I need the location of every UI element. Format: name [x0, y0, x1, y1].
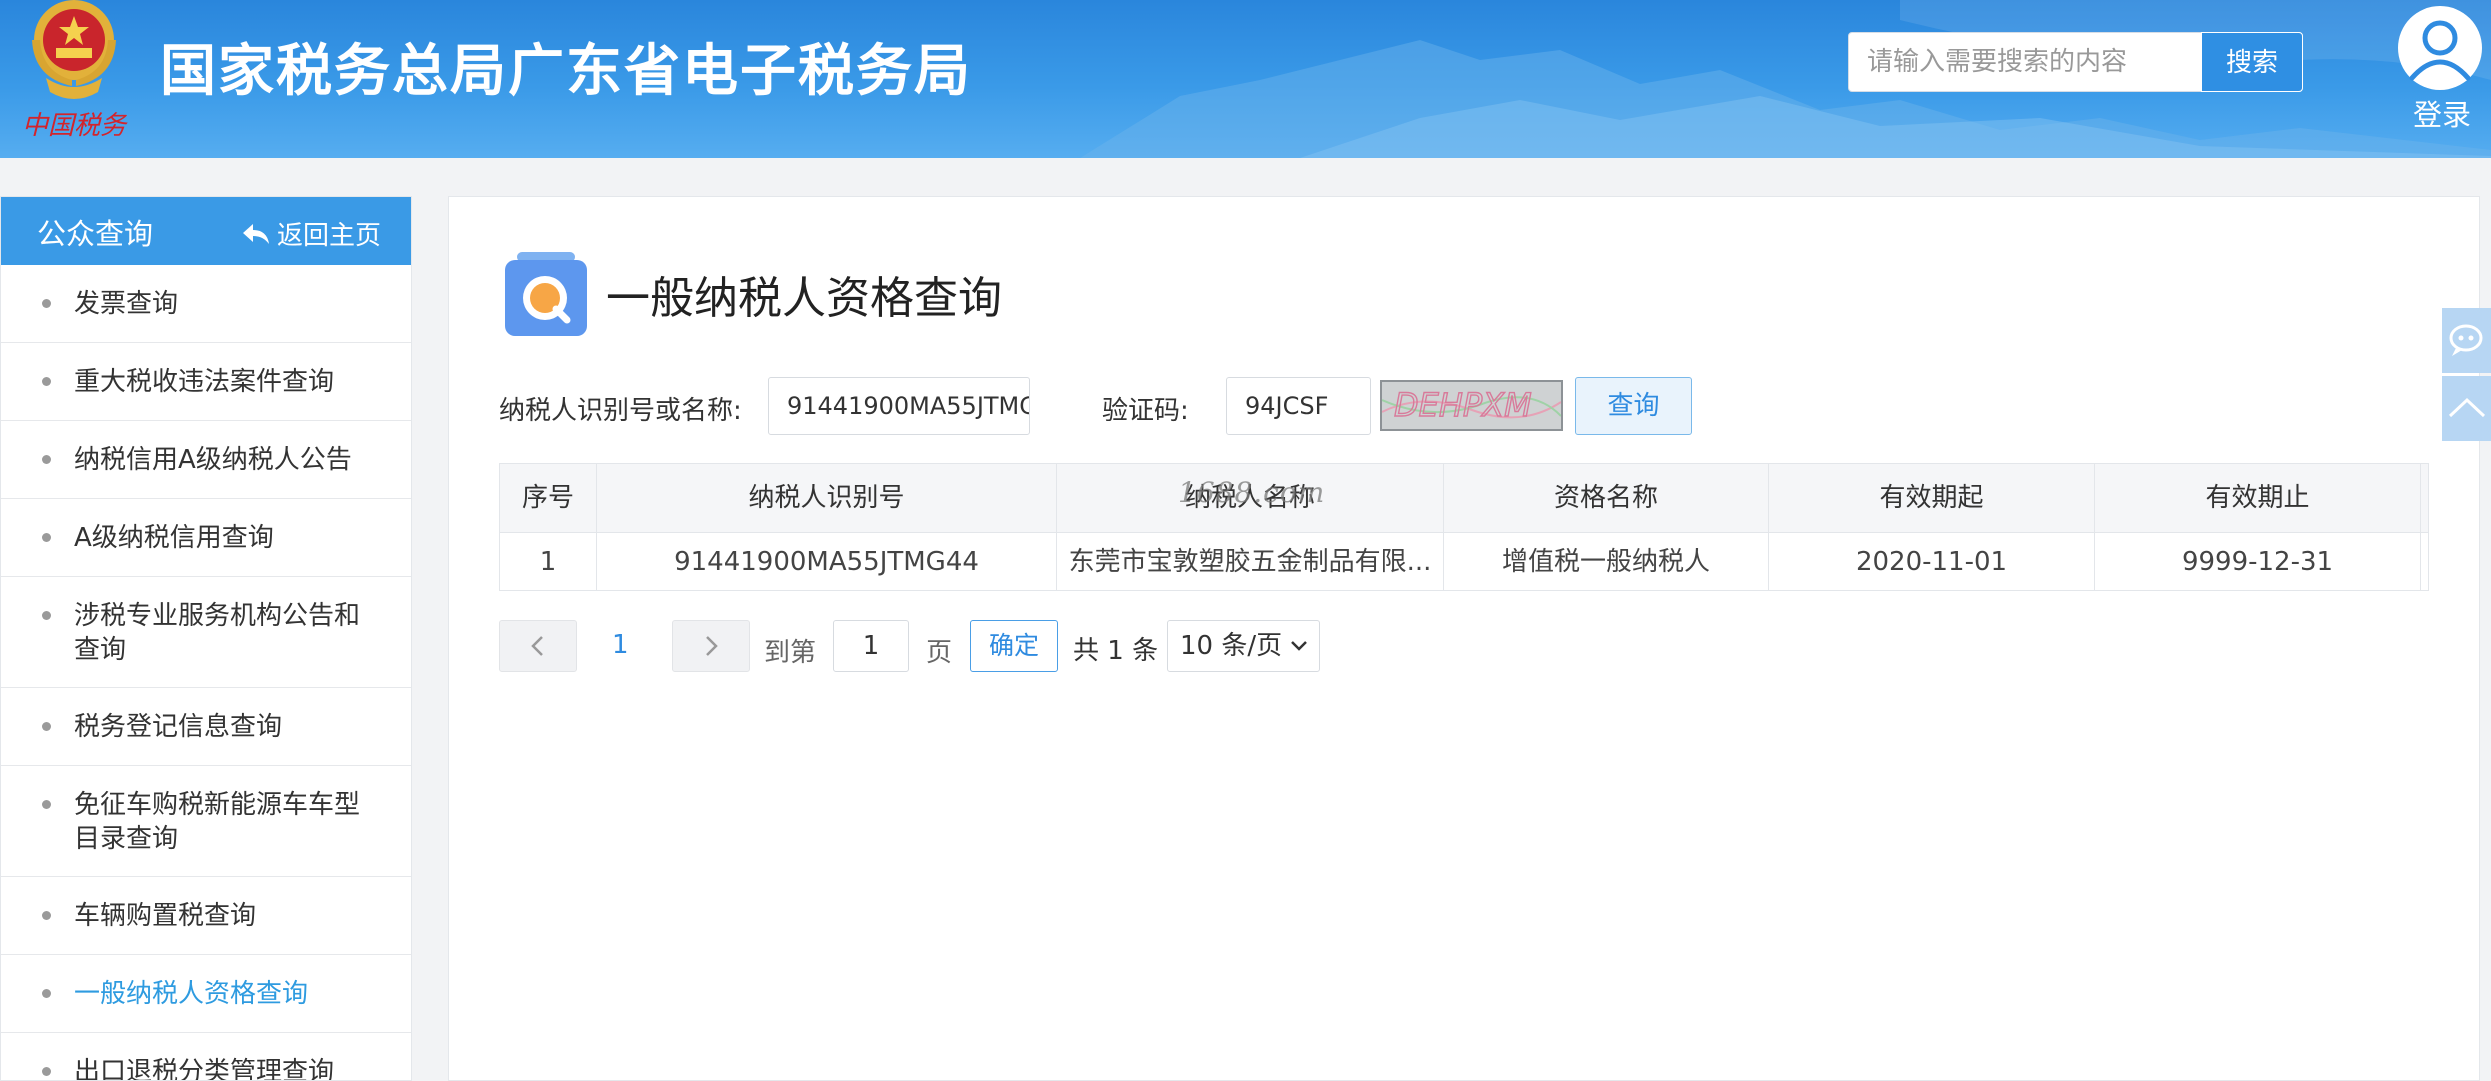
bullet-icon: [42, 800, 51, 809]
goto-page-input[interactable]: 1: [833, 620, 909, 672]
column-header-valid-from: 有效期起: [1769, 464, 2095, 532]
sidebar-item-general-taxpayer[interactable]: 一般纳税人资格查询: [1, 955, 411, 1033]
page-unit-label: 页: [926, 638, 953, 668]
sidebar-item-label[interactable]: A级纳税信用查询: [74, 523, 274, 553]
cell-valid-from: 2020-11-01: [1769, 533, 2095, 591]
goto-confirm-button[interactable]: 确定: [970, 620, 1058, 672]
back-arrow-icon: [243, 224, 269, 244]
sidebar-item-tax-registration[interactable]: 税务登记信息查询: [1, 688, 411, 766]
column-header-taxpayer-id: 纳税人识别号: [597, 464, 1057, 532]
query-button[interactable]: 查询: [1575, 377, 1692, 435]
taxpayer-id-input[interactable]: 91441900MA55JTMG44: [768, 377, 1030, 435]
taxpayer-label: 纳税人识别号或名称:: [499, 396, 742, 426]
site-header: 中国税务 国家税务总局广东省电子税务局 搜索 登录: [0, 0, 2491, 158]
sidebar-item-label[interactable]: 税务登记信息查询: [74, 712, 282, 742]
main-panel: [448, 196, 2480, 1081]
captcha-input[interactable]: 94JCSF: [1226, 377, 1371, 435]
site-title: 国家税务总局广东省电子税务局: [160, 39, 972, 104]
sidebar-item-label[interactable]: 车辆购置税查询: [74, 901, 256, 931]
sidebar-item-label[interactable]: 出口退税分类管理查询: [74, 1057, 334, 1080]
cell-taxpayer-id: 91441900MA55JTMG44: [597, 533, 1057, 591]
chat-bubble-icon: [2449, 324, 2483, 356]
bullet-icon: [42, 611, 51, 620]
search-button[interactable]: 搜索: [2201, 32, 2303, 92]
sidebar-menu: 发票查询 重大税收违法案件查询 纳税信用A级纳税人公告 A级纳税信用查询 涉税专…: [1, 265, 411, 1080]
sidebar-header: 公众查询 返回主页: [1, 197, 411, 265]
svg-text:中国税务: 中国税务: [22, 111, 128, 141]
bullet-icon: [42, 299, 51, 308]
sidebar-item-label[interactable]: 免征车购税新能源车车型目录查询: [74, 790, 360, 854]
login-label[interactable]: 登录: [2392, 92, 2491, 134]
total-count: 共 1 条: [1073, 636, 1159, 666]
sidebar-item-label[interactable]: 涉税专业服务机构公告和查询: [74, 601, 360, 665]
sidebar-item-tax-violation[interactable]: 重大税收违法案件查询: [1, 343, 411, 421]
watermark-text: 1688.com: [1178, 476, 1326, 509]
cell-taxpayer-name: 东莞市宝敦塑胶五金制品有限...: [1057, 533, 1444, 591]
sidebar-item-vehicle-purchase-tax[interactable]: 车辆购置税查询: [1, 877, 411, 955]
captcha-image[interactable]: DEHPXM: [1380, 380, 1563, 431]
column-header-index: 序号: [500, 464, 597, 532]
back-home-link[interactable]: 返回主页: [241, 215, 381, 252]
chevron-left-icon: [531, 636, 543, 656]
header-search: 搜索: [1848, 32, 2303, 92]
page-size-value[interactable]: 10 条/页: [1180, 631, 1282, 661]
bullet-icon: [42, 989, 51, 998]
column-header-qualification: 资格名称: [1444, 464, 1769, 532]
user-icon[interactable]: [2398, 6, 2482, 90]
prev-page-button[interactable]: [499, 620, 577, 672]
chevron-up-icon: [2448, 397, 2486, 418]
sidebar-item-a-credit-query[interactable]: A级纳税信用查询: [1, 499, 411, 577]
result-table: 序号 纳税人识别号 纳税人名称 资格名称 有效期起 有效期止 1 9144190…: [499, 463, 2429, 591]
page-title: 一般纳税人资格查询: [606, 273, 1002, 324]
bullet-icon: [42, 377, 51, 386]
sidebar-item-a-credit-notice[interactable]: 纳税信用A级纳税人公告: [1, 421, 411, 499]
sidebar-item-label[interactable]: 发票查询: [74, 289, 178, 319]
online-chat-button[interactable]: [2442, 308, 2491, 373]
bullet-icon: [42, 533, 51, 542]
sidebar-item-label[interactable]: 纳税信用A级纳税人公告: [74, 445, 352, 475]
back-home-label[interactable]: 返回主页: [277, 221, 381, 251]
tax-emblem-logo[interactable]: 中国税务: [12, 0, 137, 148]
chevron-right-icon: [706, 636, 718, 656]
sidebar-title: 公众查询: [37, 217, 154, 251]
bullet-icon: [42, 1067, 51, 1076]
cell-valid-to: 9999-12-31: [2095, 533, 2421, 591]
bullet-icon: [42, 455, 51, 464]
sidebar: 公众查询 返回主页 发票查询 重大税收违法案件查询 纳税信用A级纳税人公告 A级…: [0, 196, 412, 1081]
sidebar-item-invoice[interactable]: 发票查询: [1, 265, 411, 343]
goto-label: 到第: [764, 638, 817, 668]
search-input[interactable]: [1849, 33, 2199, 91]
next-page-button[interactable]: [672, 620, 750, 672]
back-to-top-button[interactable]: [2442, 376, 2491, 441]
captcha-label: 验证码:: [1102, 396, 1189, 426]
cell-qualification: 增值税一般纳税人: [1444, 533, 1769, 591]
svg-text:DEHPXM: DEHPXM: [1394, 386, 1532, 424]
bullet-icon: [42, 722, 51, 731]
query-page-icon: [505, 252, 587, 336]
sidebar-item-label[interactable]: 重大税收违法案件查询: [74, 367, 334, 397]
bullet-icon: [42, 911, 51, 920]
login-button[interactable]: 登录: [2392, 0, 2491, 140]
page-size-select[interactable]: 10 条/页: [1167, 620, 1320, 672]
sidebar-item-label[interactable]: 一般纳税人资格查询: [74, 979, 308, 1009]
page-number-current[interactable]: 1: [612, 630, 629, 660]
sidebar-item-tax-service-agency[interactable]: 涉税专业服务机构公告和查询: [1, 577, 411, 688]
column-header-valid-to: 有效期止: [2095, 464, 2421, 532]
table-row[interactable]: 1 91441900MA55JTMG44 东莞市宝敦塑胶五金制品有限... 增值…: [500, 533, 2428, 591]
cell-index: 1: [500, 533, 597, 591]
sidebar-item-new-energy-vehicle[interactable]: 免征车购税新能源车车型目录查询: [1, 766, 411, 877]
chevron-down-icon: [1291, 641, 1307, 651]
table-header: 序号 纳税人识别号 纳税人名称 资格名称 有效期起 有效期止: [500, 464, 2428, 533]
sidebar-item-export-rebate[interactable]: 出口退税分类管理查询: [1, 1033, 411, 1080]
